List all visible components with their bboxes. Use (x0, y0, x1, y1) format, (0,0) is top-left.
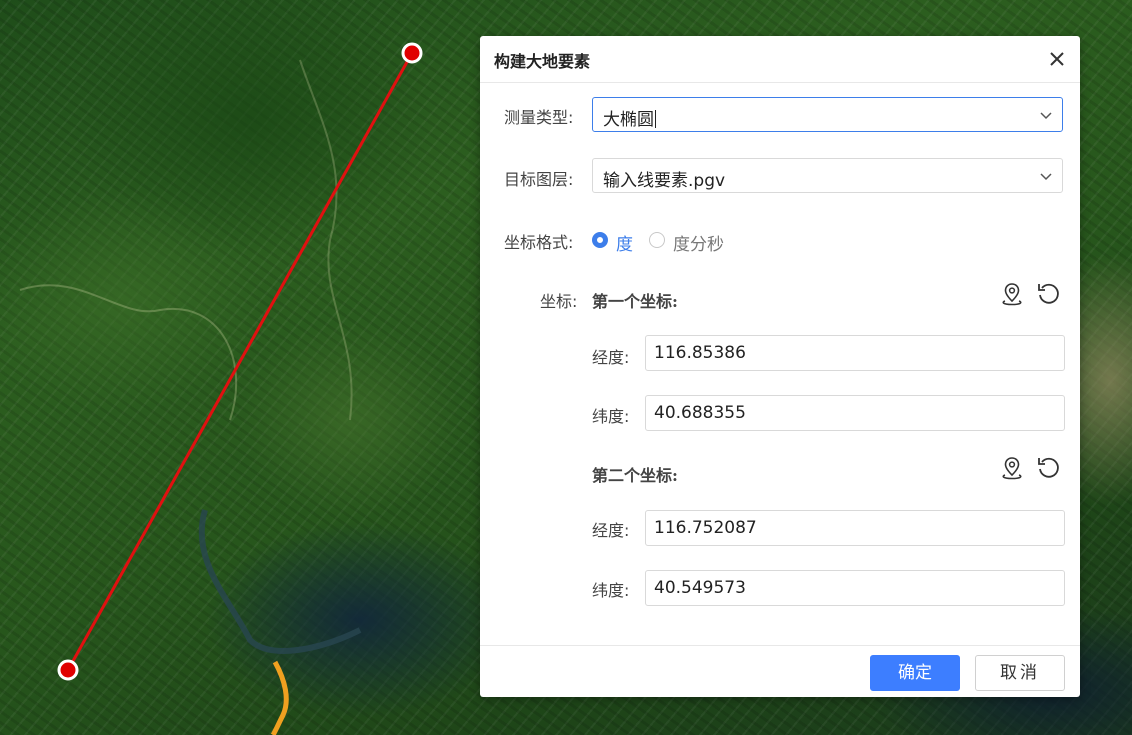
second-lat-input[interactable] (645, 570, 1065, 606)
target-layer-select[interactable]: 输入线要素.pgv (592, 158, 1063, 193)
measure-type-value: 大椭圆 (603, 110, 654, 130)
coords-label: 坐标: (540, 292, 578, 311)
first-lon-input[interactable] (645, 335, 1065, 371)
second-lon-label: 经度: (592, 521, 630, 540)
second-lat-label: 纬度: (592, 581, 630, 600)
second-lon-input[interactable] (645, 510, 1065, 546)
chevron-down-icon[interactable] (1040, 109, 1052, 121)
road-path (270, 660, 289, 735)
map-pin-icon[interactable] (999, 455, 1025, 481)
map-pin-icon[interactable] (999, 281, 1025, 307)
dialog-title: 构建大地要素 (494, 52, 591, 71)
first-lat-label: 纬度: (592, 407, 630, 426)
construct-geodesic-dialog: 构建大地要素 测量类型: 大椭圆 目标图层: 输入线要素.pgv 坐标格式: 度… (480, 36, 1080, 697)
measure-line (66, 52, 414, 671)
measure-type-label: 测量类型: (504, 108, 574, 127)
radio-dot[interactable] (592, 232, 608, 248)
first-lon-label: 经度: (592, 348, 630, 367)
dialog-header: 构建大地要素 (480, 36, 1080, 83)
coord-format-label: 坐标格式: (504, 233, 574, 252)
text-caret (655, 110, 656, 128)
target-layer-label: 目标图层: (504, 170, 574, 189)
measure-type-select[interactable]: 大椭圆 (592, 97, 1063, 132)
river-path (198, 509, 362, 654)
reset-icon[interactable] (1035, 455, 1061, 481)
radio-dms-label: 度分秒 (673, 235, 724, 255)
radio-dot[interactable] (649, 232, 665, 248)
chevron-down-icon[interactable] (1040, 170, 1052, 182)
start-point-marker[interactable] (401, 42, 423, 64)
radio-degree-label: 度 (616, 235, 633, 255)
dialog-footer: 确定 取消 (480, 645, 1080, 698)
valley-trace (19, 284, 238, 421)
cancel-button[interactable]: 取消 (975, 655, 1065, 691)
first-lat-input[interactable] (645, 395, 1065, 431)
target-layer-value: 输入线要素.pgv (603, 171, 726, 191)
close-icon[interactable] (1048, 50, 1066, 68)
ok-button[interactable]: 确定 (870, 655, 960, 691)
second-coord-title: 第二个坐标: (592, 466, 678, 485)
first-coord-title: 第一个坐标: (592, 292, 678, 311)
end-point-marker[interactable] (57, 659, 79, 681)
reset-icon[interactable] (1035, 281, 1061, 307)
